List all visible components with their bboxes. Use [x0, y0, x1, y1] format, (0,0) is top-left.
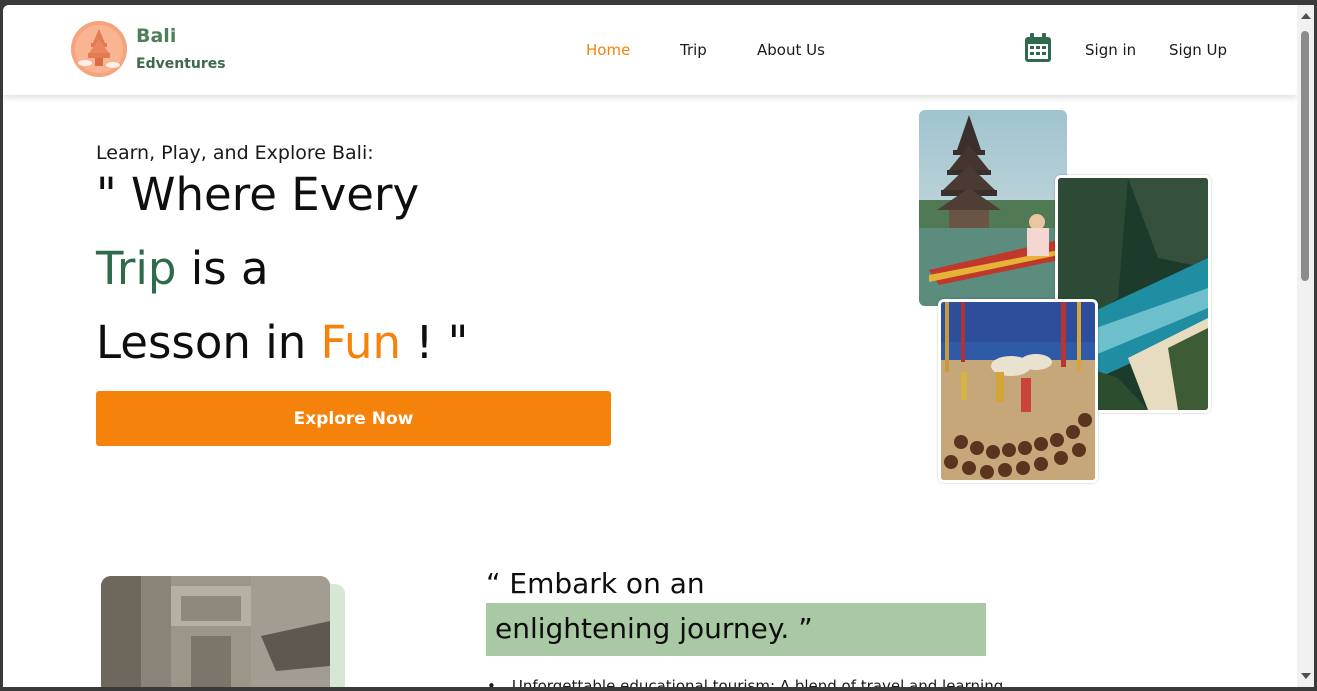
- hero-line2-rest: is a: [176, 242, 269, 295]
- hero-intro: Learn, Play, and Explore Bali:: [96, 142, 374, 164]
- calendar-icon[interactable]: [1024, 33, 1052, 63]
- hero-headline-line1: " Where Every: [96, 168, 420, 221]
- browser-viewport: Bali Edventures Home Trip About Us Sign …: [3, 5, 1297, 687]
- photo-kecak-dance: [938, 299, 1098, 483]
- hero-highlight-trip: Trip: [96, 242, 177, 295]
- vertical-scrollbar[interactable]: [1297, 5, 1314, 687]
- hero-line3-end: ! ": [401, 316, 469, 369]
- hero-highlight-fun: Fun: [320, 316, 402, 369]
- brand-tagline: Edventures: [136, 56, 226, 72]
- sign-in-link[interactable]: Sign in: [1085, 41, 1136, 59]
- section-heading-line2: enlightening journey. ”: [495, 612, 813, 645]
- explore-now-button[interactable]: Explore Now: [96, 391, 611, 446]
- scroll-down-arrow-icon[interactable]: [1301, 673, 1311, 679]
- scrollbar-thumb[interactable]: [1301, 31, 1309, 281]
- hero-line3-start: Lesson in: [96, 316, 321, 369]
- list-item: Unforgettable educational tourism: A ble…: [487, 677, 1003, 687]
- photo-temple-boat: [919, 110, 1067, 306]
- section-heading-line1: “ Embark on an: [486, 567, 705, 600]
- photo-stone-carving: [101, 576, 330, 687]
- nav-trip[interactable]: Trip: [680, 41, 707, 59]
- scroll-up-arrow-icon[interactable]: [1301, 13, 1311, 19]
- hero-headline-line2: Trip is a: [96, 242, 269, 295]
- nav-about-us[interactable]: About Us: [757, 41, 825, 59]
- sign-up-link[interactable]: Sign Up: [1169, 41, 1227, 59]
- brand-name: Bali: [136, 25, 177, 47]
- navbar: Bali Edventures Home Trip About Us Sign …: [3, 5, 1297, 95]
- logo-icon[interactable]: [71, 21, 127, 77]
- hero-headline-line3: Lesson in Fun ! ": [96, 316, 468, 369]
- nav-home[interactable]: Home: [586, 41, 630, 59]
